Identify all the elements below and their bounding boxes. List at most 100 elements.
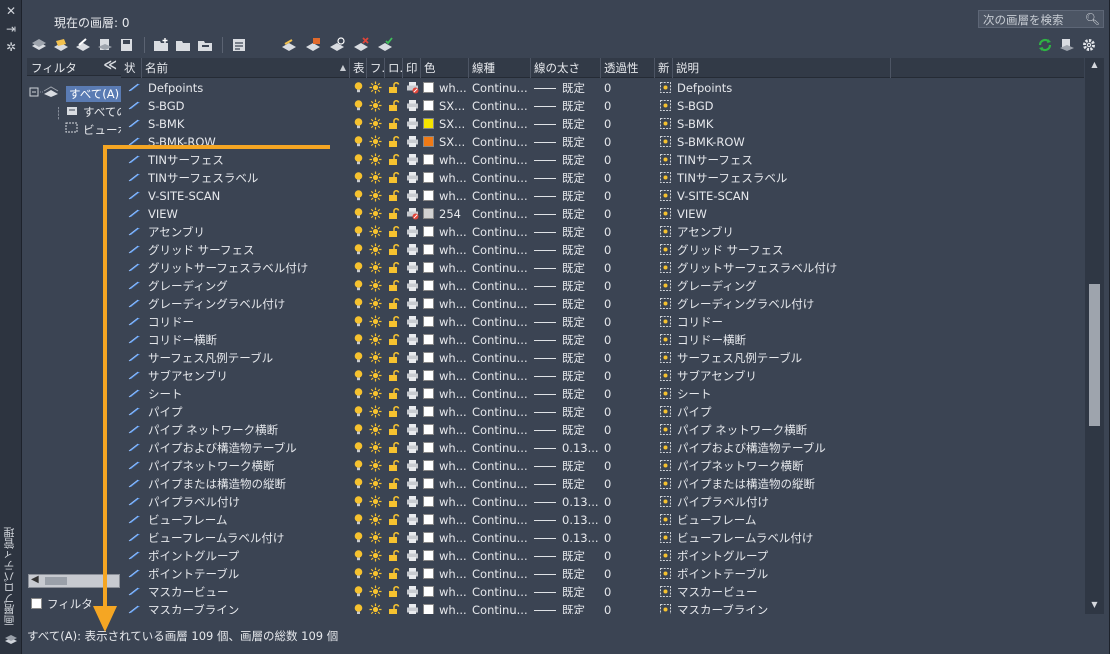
printer-icon[interactable] (406, 133, 420, 151)
layer-transparency[interactable]: 0 (604, 133, 659, 151)
bulb-icon[interactable] (352, 187, 366, 205)
layer-status-icon[interactable] (128, 133, 146, 151)
layer-lineweight[interactable]: 既定 (534, 385, 604, 403)
layer-description[interactable]: マスカービュー (677, 583, 897, 601)
layer-linetype[interactable]: Continu... (472, 367, 534, 385)
layer-status-icon[interactable] (128, 223, 146, 241)
save-state-icon[interactable] (118, 37, 136, 53)
bulb-icon[interactable] (352, 241, 366, 259)
new-vp-freeze-icon[interactable] (659, 133, 675, 151)
layer-name[interactable]: ビューフレームラベル付け (148, 529, 348, 547)
settings-icon[interactable]: ✲ (3, 40, 19, 54)
scroll-down-icon[interactable]: ▼ (1085, 600, 1104, 609)
layer-linetype[interactable]: Continu... (472, 295, 534, 313)
layer-color[interactable]: wh... (423, 475, 469, 493)
layer-row[interactable]: パイプラベル付け wh... Continu... 0.13... 0 パイプラベル付け (121, 493, 1084, 511)
bulb-icon[interactable] (352, 403, 366, 421)
layer-color[interactable]: 254 (423, 205, 469, 223)
layer-states-icon[interactable] (74, 37, 92, 53)
printer-icon[interactable] (406, 529, 420, 547)
layer-name[interactable]: パイプおよび構造物テーブル (148, 439, 348, 457)
layer-row[interactable]: S-BGD SX... Continu... 既定 0 S-BGD (121, 97, 1084, 115)
layer-row[interactable]: パイプまたは構造物の縦断 wh... Continu... 既定 0 パイプまたは構造物の… (121, 475, 1084, 493)
layer-palette-icon[interactable] (3, 632, 19, 646)
sun-icon[interactable] (369, 115, 383, 133)
layer-row[interactable]: シート wh... Continu... 既定 0 シート (121, 385, 1084, 403)
bulb-icon[interactable] (352, 115, 366, 133)
layer-row[interactable]: ポイントグループ wh... Continu... 既定 0 ポイントグループ (121, 547, 1084, 565)
layer-name[interactable]: パイプ ネットワーク横断 (148, 421, 348, 439)
refresh-icon[interactable] (1036, 37, 1054, 53)
layer-row[interactable]: パイプ wh... Continu... 既定 0 パイプ (121, 403, 1084, 421)
layer-description[interactable]: サブアセンブリ (677, 367, 897, 385)
new-vp-freeze-icon[interactable] (659, 151, 675, 169)
bulb-icon[interactable] (352, 511, 366, 529)
layer-color[interactable]: wh... (423, 583, 469, 601)
layer-color[interactable]: wh... (423, 313, 469, 331)
sun-icon[interactable] (369, 529, 383, 547)
unlock-icon[interactable] (387, 457, 401, 475)
layer-transparency[interactable]: 0 (604, 367, 659, 385)
layer-row[interactable]: TINサーフェスラベル wh... Continu... 既定 0 TINサーフェスラベル (121, 169, 1084, 187)
unlock-icon[interactable] (387, 511, 401, 529)
layer-color[interactable]: wh... (423, 79, 469, 97)
layer-lineweight[interactable]: 既定 (534, 547, 604, 565)
col-name[interactable]: 名前 ▲ (142, 58, 350, 78)
new-vp-freeze-icon[interactable] (659, 97, 675, 115)
layer-row[interactable]: コリドー wh... Continu... 既定 0 コリドー (121, 313, 1084, 331)
new-vp-freeze-icon[interactable] (659, 403, 675, 421)
layer-status-icon[interactable] (128, 583, 146, 601)
layer-status-icon[interactable] (128, 241, 146, 259)
layer-name[interactable]: S-BMK (148, 115, 348, 133)
layer-name[interactable]: ビューフレーム (148, 511, 348, 529)
layer-description[interactable]: ポイントテーブル (677, 565, 897, 583)
new-vp-freeze-icon[interactable] (659, 493, 675, 511)
col-lineweight[interactable]: 線の太さ (531, 58, 601, 78)
unlock-icon[interactable] (387, 79, 401, 97)
new-vp-freeze-icon[interactable] (659, 259, 675, 277)
unlock-icon[interactable] (387, 403, 401, 421)
sun-icon[interactable] (369, 313, 383, 331)
layer-description[interactable]: パイプラベル付け (677, 493, 897, 511)
printer-icon[interactable] (406, 403, 420, 421)
new-vp-freeze-icon[interactable] (659, 583, 675, 601)
layer-status-icon[interactable] (128, 457, 146, 475)
new-vp-freeze-icon[interactable] (659, 79, 675, 97)
new-vp-freeze-icon[interactable] (659, 223, 675, 241)
new-vp-freeze-icon[interactable] (659, 277, 675, 295)
layer-status-icon[interactable] (128, 331, 146, 349)
layer-color[interactable]: wh... (423, 277, 469, 295)
layer-description[interactable]: グレーディングラベル付け (677, 295, 897, 313)
collapse-pane-button[interactable]: ≪ (103, 58, 117, 73)
sun-icon[interactable] (369, 493, 383, 511)
new-layer-icon[interactable] (280, 37, 298, 53)
layer-description[interactable]: グリッド サーフェス (677, 241, 897, 259)
layer-transparency[interactable]: 0 (604, 493, 659, 511)
layer-transparency[interactable]: 0 (604, 403, 659, 421)
sun-icon[interactable] (369, 439, 383, 457)
layer-name[interactable]: パイプ (148, 403, 348, 421)
layer-lineweight[interactable]: 既定 (534, 97, 604, 115)
layer-transparency[interactable]: 0 (604, 115, 659, 133)
col-freeze[interactable]: フ. (367, 58, 385, 78)
printer-icon[interactable] (406, 493, 420, 511)
layer-lineweight[interactable]: 既定 (534, 475, 604, 493)
layer-linetype[interactable]: Continu... (472, 475, 534, 493)
unlock-icon[interactable] (387, 565, 401, 583)
layer-translate-icon[interactable] (96, 37, 114, 53)
new-property-filter-icon[interactable] (30, 37, 48, 53)
sun-icon[interactable] (369, 475, 383, 493)
no-plot-icon[interactable] (406, 79, 420, 97)
layer-linetype[interactable]: Continu... (472, 79, 534, 97)
printer-icon[interactable] (406, 475, 420, 493)
layer-transparency[interactable]: 0 (604, 385, 659, 403)
layer-transparency[interactable]: 0 (604, 205, 659, 223)
tree-node-all[interactable]: すべて(A) (66, 86, 123, 102)
layer-name[interactable]: マスカーブライン (148, 601, 348, 614)
sun-icon[interactable] (369, 367, 383, 385)
layer-description[interactable]: ビューフレーム (677, 511, 897, 529)
sun-icon[interactable] (369, 151, 383, 169)
printer-icon[interactable] (406, 511, 420, 529)
layer-status-icon[interactable] (128, 97, 146, 115)
printer-icon[interactable] (406, 385, 420, 403)
